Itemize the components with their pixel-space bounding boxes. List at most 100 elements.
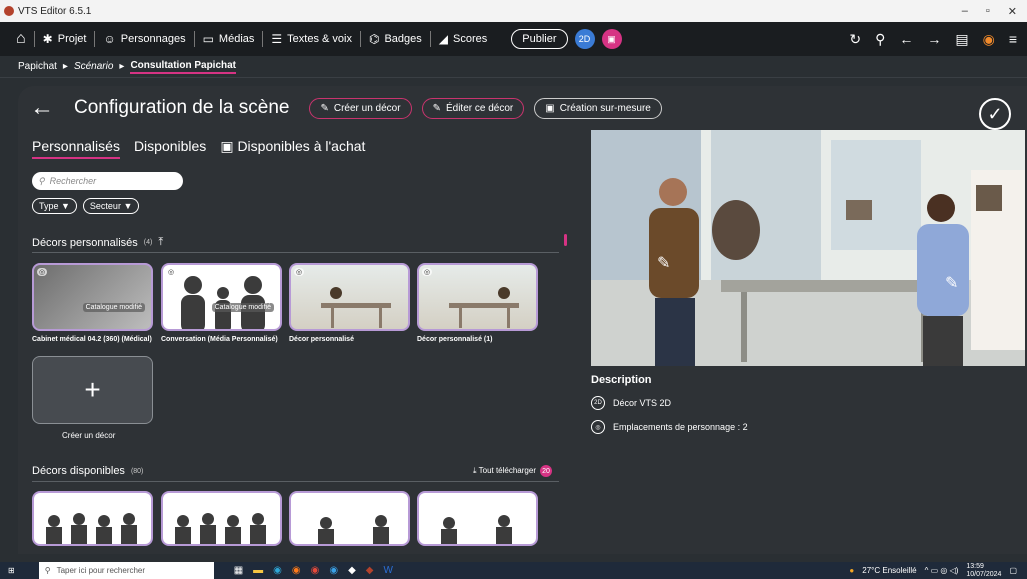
nav-divider (262, 31, 264, 47)
nav-scores[interactable]: ◢ Scores (433, 32, 493, 46)
weather-text[interactable]: 27°C Ensoleillé (862, 566, 916, 575)
available-decors-heading: Décors disponibles (80) (32, 465, 143, 477)
upload-icon[interactable]: ⤒ (158, 236, 163, 249)
available-decor-card[interactable] (161, 491, 282, 546)
description-slots-row: ◎ Emplacements de personnage : 2 (591, 420, 748, 434)
edit-character-icon[interactable]: ✎ (945, 273, 958, 293)
vts-editor-icon[interactable]: ◆ (366, 565, 374, 576)
breadcrumb-scenario[interactable]: Scénario (74, 61, 113, 72)
close-button[interactable]: ✕ (1008, 5, 1017, 18)
system-tray: ● 27°C Ensoleillé ^ ▭ ◎ ◁) 13:59 10/07/2… (849, 563, 1027, 579)
secteur-filter-dropdown[interactable]: Secteur ▼ (82, 198, 140, 214)
app-icon[interactable]: ◆ (348, 565, 356, 576)
custom-creation-label: Création sur-mesure (559, 102, 651, 114)
firefox-icon[interactable]: ◉ (292, 565, 301, 576)
available-decor-card[interactable] (32, 491, 153, 546)
character-icon: ☺ (103, 32, 116, 46)
app-icon[interactable]: ◉ (329, 565, 338, 576)
page-title: Configuration de la scène (74, 97, 290, 118)
taskbar-search-input[interactable]: ⚲ Taper ici pour rechercher (38, 562, 214, 579)
divider (32, 252, 559, 253)
badge-icon: ⌬ (368, 32, 380, 46)
history-icon[interactable]: ↻ (849, 31, 861, 48)
task-view-icon[interactable]: ▦ (234, 565, 243, 576)
undo-icon[interactable]: ← (899, 31, 913, 47)
search-input[interactable]: ⚲ Rechercher (32, 172, 183, 190)
new-decor-card[interactable]: + (32, 356, 153, 424)
word-icon[interactable]: W (384, 565, 393, 576)
app-icon (4, 6, 14, 16)
decor-card-conversation[interactable]: ◎ Catalogue modifié (161, 263, 282, 331)
characters-badge: ◎ (294, 268, 305, 276)
characters-badge: ◎ (166, 268, 177, 276)
description-slots: Emplacements de personnage : 2 (613, 422, 748, 432)
validate-button[interactable]: ✓ (979, 98, 1011, 130)
edge-icon[interactable]: ◉ (273, 565, 282, 576)
publish-button[interactable]: Publier (511, 29, 568, 49)
decor-card-cabinet[interactable]: ◎ Catalogue modifié (32, 263, 153, 331)
tray-icons[interactable]: ^ ▭ ◎ ◁) (925, 566, 959, 575)
breadcrumb-separator: ▸ (62, 61, 68, 72)
clock[interactable]: 13:59 10/07/2024 (966, 563, 1001, 579)
decor-tabs: Personnalisés Disponibles ▣ Disponibles … (32, 138, 365, 159)
image-icon: ▣ (220, 138, 238, 154)
tab-disponibles[interactable]: Disponibles (134, 138, 206, 159)
weather-icon: ● (849, 566, 855, 575)
nav-divider (94, 31, 96, 47)
nav-medias[interactable]: ▭ Médias (197, 32, 261, 46)
tab-personnalises[interactable]: Personnalisés (32, 138, 120, 159)
maximize-button[interactable]: ▫ (986, 5, 990, 18)
nav-badges[interactable]: ⌬ Badges (363, 32, 428, 46)
taskbar-search-placeholder: Taper ici pour rechercher (56, 566, 146, 575)
image-mode-icon[interactable]: ▣ (601, 29, 622, 49)
create-decor-button[interactable]: ✎ Créer un décor (309, 97, 412, 119)
redo-icon[interactable]: → (927, 31, 941, 47)
decor-card-custom[interactable]: ◎ (289, 263, 410, 331)
clapper-icon[interactable]: ▤ (955, 31, 968, 48)
download-all-button[interactable]: ⤓ Tout télécharger 20 (473, 465, 552, 477)
back-arrow-icon[interactable]: ← (30, 94, 54, 122)
vet-table-illustration (321, 287, 391, 328)
pencil-icon: ✎ (320, 102, 329, 114)
section-label: Décors personnalisés (32, 236, 138, 249)
tab-label: Disponibles à l'achat (237, 138, 366, 154)
available-decor-card[interactable] (289, 491, 410, 546)
nav-projet[interactable]: ✱ Projet (37, 32, 93, 46)
window-title: VTS Editor 6.5.1 (18, 5, 92, 17)
decor-card-label: Cabinet médical 04.2 (360) (Médical) (32, 336, 152, 343)
menu-icon[interactable]: ≡ (1009, 31, 1017, 47)
download-all-label: ⤓ Tout télécharger (473, 466, 536, 475)
scene-config-panel: ← Configuration de la scène ✎ Créer un dé… (18, 86, 1027, 554)
nav-label: Textes & voix (287, 33, 352, 45)
minimize-button[interactable]: – (962, 5, 968, 18)
available-decor-card[interactable] (417, 491, 538, 546)
custom-creation-button[interactable]: ▣ Création sur-mesure (534, 97, 662, 119)
search-icon[interactable]: ⚲ (875, 31, 885, 48)
play-icon[interactable]: ◉ (983, 31, 995, 48)
image-icon: ▣ (545, 102, 555, 114)
nav-label: Médias (218, 33, 255, 45)
section-label: Décors disponibles (32, 465, 125, 477)
notification-icon[interactable]: ▢ (1009, 566, 1017, 575)
download-count-badge: 20 (539, 465, 552, 477)
type-filter-dropdown[interactable]: Type ▼ (32, 198, 77, 214)
scrollbar-thumb[interactable] (564, 234, 567, 246)
chrome-icon[interactable]: ◉ (311, 565, 320, 576)
2d-mode-icon[interactable]: 2D (574, 29, 595, 49)
nav-personnages[interactable]: ☺ Personnages (97, 32, 191, 46)
tab-disponibles-achat[interactable]: ▣ Disponibles à l'achat (220, 138, 365, 159)
window-titlebar: VTS Editor 6.5.1 – ▫ ✕ (0, 0, 1027, 22)
file-explorer-icon[interactable]: ▬ (253, 565, 263, 576)
decor-card-custom-1[interactable]: ◎ (417, 263, 538, 331)
divider (32, 481, 559, 482)
breadcrumb-root[interactable]: Papichat (18, 61, 57, 72)
edit-character-icon[interactable]: ✎ (657, 253, 670, 273)
windows-start-icon[interactable]: ⊞ (8, 566, 15, 575)
clock-date: 10/07/2024 (966, 570, 1002, 578)
nav-textes-voix[interactable]: ☰ Textes & voix (265, 32, 358, 46)
edit-decor-button[interactable]: ✎ Éditer ce décor (421, 97, 525, 119)
home-icon[interactable]: ⌂ (10, 30, 32, 48)
characters-icon: ◎ (591, 420, 605, 434)
search-placeholder: Rechercher (49, 176, 97, 186)
decor-card-label: Décor personnalisé (1) (417, 336, 493, 343)
